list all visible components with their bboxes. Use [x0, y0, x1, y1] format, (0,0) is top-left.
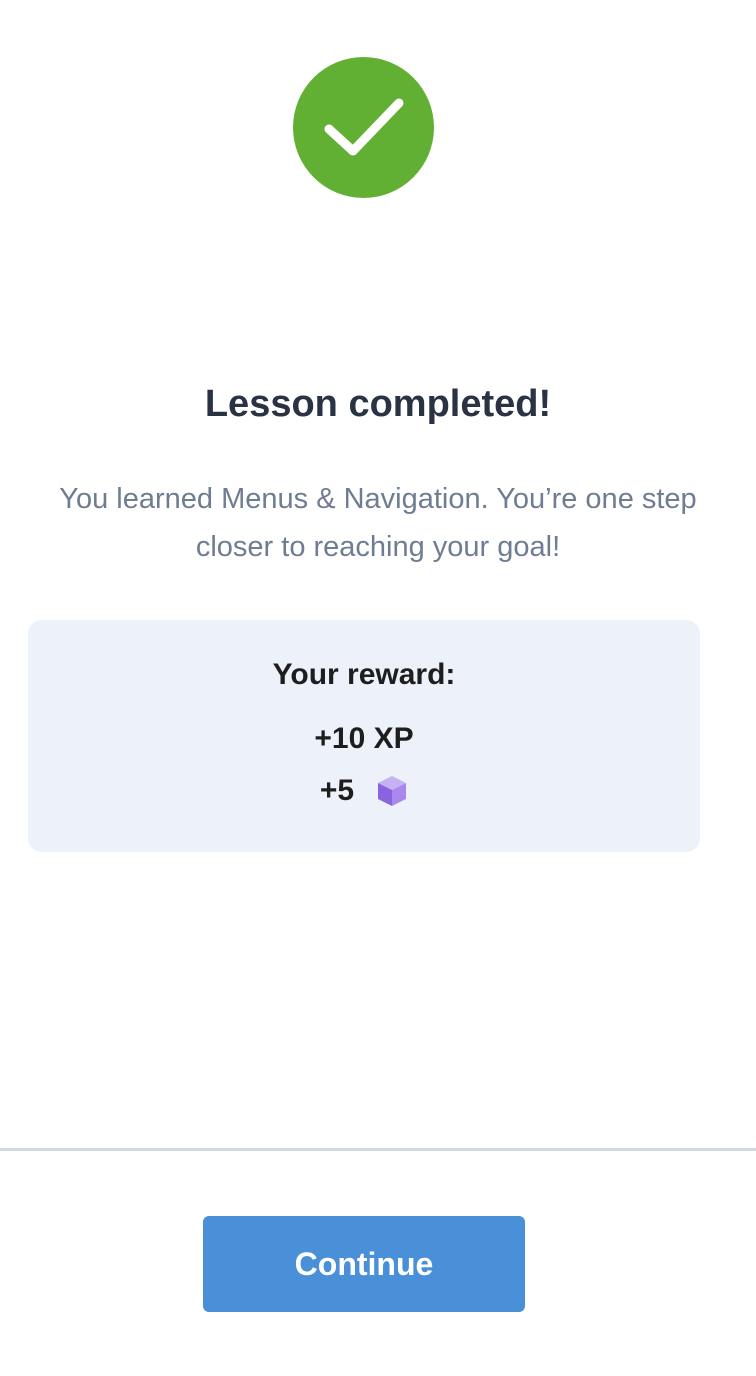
footer-divider [0, 1148, 756, 1151]
checkmark-icon [324, 98, 403, 155]
reward-heading: Your reward: [272, 658, 456, 691]
reward-gems-count: +5 [319, 774, 355, 807]
reward-card: Your reward: +10 XP +5 [28, 620, 700, 852]
gem-cube-icon [376, 774, 408, 808]
lesson-completed-title: Lesson completed! [204, 383, 552, 425]
lesson-completed-message: You learned Menus & Navigation. You’re o… [59, 483, 697, 563]
continue-button[interactable]: Continue [203, 1216, 525, 1312]
reward-xp: +10 XP [314, 722, 414, 755]
reward-gems-row: +5 [28, 771, 700, 811]
success-checkmark-icon [293, 57, 434, 198]
